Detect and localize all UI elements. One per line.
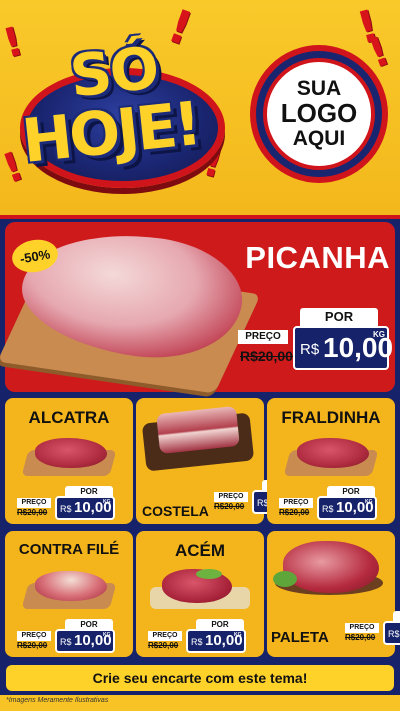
old-price: R$20,00 — [240, 348, 293, 364]
fraldinha-image — [297, 438, 369, 468]
price-tag: PORPREÇOR$20,00R$10,00KG — [17, 609, 121, 653]
unit: KG — [365, 499, 373, 505]
currency: R$ — [60, 637, 72, 647]
price-tag: PORPREÇOR$20,00R$10,00KG — [279, 476, 383, 520]
price-tag: PORPREÇOR$20,00R$10,00KG — [17, 476, 121, 520]
logo-placeholder-inner: SUA LOGO AQUI — [263, 58, 375, 170]
featured-price-tag: POR PREÇO R$20,00 R$ 10,00 KG — [238, 308, 393, 372]
currency: R$ — [322, 504, 334, 514]
new-price-box: R$10,00KG — [55, 496, 115, 520]
logo-placeholder: SUA LOGO AQUI — [250, 45, 388, 183]
new-price-box: R$ 10,00 KG — [293, 326, 393, 370]
new-price-box: R$10,00KG — [55, 629, 115, 653]
herb-icon — [196, 569, 222, 579]
preco-label: PREÇO — [148, 631, 182, 641]
preco-label: PREÇO — [17, 498, 51, 508]
alcatra-image — [35, 438, 107, 468]
flyer: ! ! ! ! ! ! SÓ HOJE! SUA LOGO AQUI -50% … — [0, 0, 400, 711]
unit: KG — [373, 330, 385, 339]
currency: R$ — [300, 341, 320, 358]
old-price: R$20,00 — [17, 508, 48, 517]
old-price: R$20,00 — [279, 508, 310, 517]
featured-name: PICANHA — [245, 240, 390, 275]
preco-label: PREÇO — [214, 492, 248, 502]
currency: R$ — [191, 637, 203, 647]
product-name: ACÉM — [174, 541, 226, 560]
price-tag: PORPREÇOR$20,00R$10,00KG — [345, 601, 400, 645]
product-name: ALCATRA — [28, 408, 110, 427]
product-card: PALETAPORPREÇOR$20,00R$10,00KG — [267, 531, 400, 657]
product-name: FRALDINHA — [281, 408, 381, 427]
preco-label: PREÇO — [238, 330, 288, 344]
new-price-box: R$10,00KG — [383, 621, 400, 645]
preco-label: PREÇO — [345, 623, 379, 633]
preco-label: PREÇO — [17, 631, 51, 641]
paleta-image — [283, 541, 379, 593]
cta-banner[interactable]: Crie seu encarte com este tema! — [6, 665, 394, 691]
unit: KG — [103, 499, 111, 505]
price-tag: PORPREÇOR$20,00R$10,00KG — [148, 609, 252, 653]
product-name: CONTRA FILÉ — [18, 541, 120, 558]
new-price-box: R$10,00KG — [186, 629, 246, 653]
preco-label: PREÇO — [279, 498, 313, 508]
so-hoje-logo: SÓ HOJE! — [12, 28, 240, 198]
product-card: FRALDINHA POR PREÇO R$20,00 R$ 10,00 KG — [267, 398, 395, 524]
por-label: POR — [300, 308, 378, 326]
costela-image — [156, 405, 240, 455]
product-name: COSTELA — [142, 503, 209, 519]
product-card: ALCATRA POR PREÇO R$20,00 R$ 10,00 KG — [5, 398, 133, 524]
product-card: COSTELAPORPREÇOR$20,00R$10,00KG — [136, 398, 312, 524]
currency: R$ — [388, 629, 400, 639]
unit: KG — [103, 632, 111, 638]
new-price-box: R$10,00KG — [317, 496, 377, 520]
product-card: CONTRA FILÉ POR PREÇO R$20,00 R$ 10,00 KG — [5, 531, 133, 657]
product-card: ACÉM POR PREÇO R$20,00 R$ 10,00 KG — [136, 531, 264, 657]
currency: R$ — [60, 504, 72, 514]
unit: KG — [234, 632, 242, 638]
old-price: R$20,00 — [214, 502, 245, 511]
contra-image — [35, 571, 107, 601]
old-price: R$20,00 — [148, 641, 179, 650]
footnote: *Imagens Meramente Ilustrativas — [6, 697, 109, 704]
logo-line1: SUA — [296, 77, 342, 101]
old-price: R$20,00 — [17, 641, 48, 650]
product-name: PALETA — [271, 629, 329, 646]
logo-line3: AQUI — [292, 126, 346, 150]
logo-line2: LOGO — [280, 98, 358, 129]
old-price: R$20,00 — [345, 633, 376, 642]
herb-icon — [273, 571, 297, 587]
